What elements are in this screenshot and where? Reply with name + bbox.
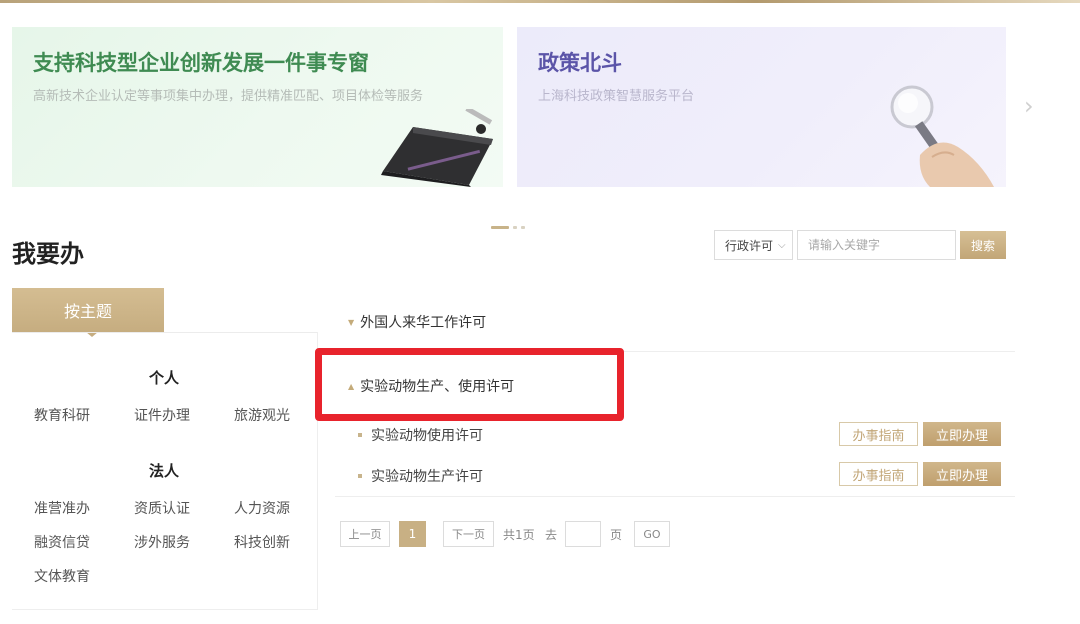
list-item-label: 实验动物使用许可 — [371, 428, 483, 444]
caret-down-icon: ▼ — [348, 317, 355, 327]
apply-button[interactable]: 立即办理 — [923, 462, 1001, 486]
topic-item[interactable]: 人力资源 — [234, 498, 290, 518]
goto-label: 去 — [545, 528, 558, 542]
carousel-dot-active[interactable] — [491, 226, 509, 229]
banner-title: 支持科技型企业创新发展一件事专窗 — [33, 51, 369, 75]
notebook-pen-icon — [381, 109, 493, 187]
annotation-highlight-box — [315, 348, 624, 421]
list-item-label: 实验动物生产许可 — [371, 469, 483, 485]
category-heading-personal: 个人 — [149, 369, 180, 387]
group-label: 外国人来华工作许可 — [360, 315, 487, 331]
topic-item[interactable]: 准营准办 — [34, 498, 90, 518]
category-select-value: 行政许可 — [725, 238, 774, 253]
list-item[interactable]: 实验动物生产许可 — [358, 466, 483, 486]
topic-item[interactable]: 科技创新 — [234, 532, 290, 552]
topic-item[interactable]: 资质认证 — [134, 498, 190, 518]
topic-item[interactable]: 证件办理 — [134, 405, 190, 425]
banner-title: 政策北斗 — [538, 51, 622, 75]
guide-button[interactable]: 办事指南 — [839, 462, 918, 486]
divider — [335, 496, 1015, 497]
total-pages-text: 共1页 — [503, 528, 535, 542]
bullet-icon — [358, 474, 362, 478]
page-unit-label: 页 — [610, 528, 623, 542]
search-input[interactable] — [797, 230, 956, 260]
topic-item[interactable]: 涉外服务 — [134, 532, 190, 552]
banner-subtitle: 上海科技政策智慧服务平台 — [538, 89, 695, 104]
topic-item[interactable]: 旅游观光 — [234, 405, 290, 425]
banner-subtitle: 高新技术企业认定等事项集中办理，提供精准匹配、项目体检等服务 — [33, 89, 424, 104]
section-title: 我要办 — [12, 240, 84, 268]
top-accent-line — [0, 0, 1080, 3]
prev-page-button[interactable]: 上一页 — [340, 521, 390, 547]
banner-tech-enterprise[interactable]: 支持科技型企业创新发展一件事专窗 高新技术企业认定等事项集中办理，提供精准匹配、… — [12, 27, 503, 187]
bullet-icon — [358, 433, 362, 437]
topic-item[interactable]: 教育科研 — [34, 405, 90, 425]
guide-button[interactable]: 办事指南 — [839, 422, 918, 446]
go-button[interactable]: GO — [634, 521, 670, 547]
group-foreigner-work-permit[interactable]: ▼ 外国人来华工作许可 — [348, 312, 486, 332]
apply-button[interactable]: 立即办理 — [923, 422, 1001, 446]
search-button[interactable]: 搜索 — [960, 231, 1006, 259]
category-select[interactable]: 行政许可 ⌵ — [714, 230, 793, 260]
carousel-next-icon[interactable]: › — [1024, 92, 1034, 120]
current-page-button[interactable]: 1 — [399, 521, 426, 547]
list-item[interactable]: 实验动物使用许可 — [358, 425, 483, 445]
magnifier-hand-icon — [890, 85, 994, 187]
chevron-down-icon: ⌵ — [778, 239, 786, 251]
carousel-indicators — [491, 226, 525, 229]
category-heading-legal: 法人 — [149, 462, 180, 480]
carousel-dot[interactable] — [521, 226, 525, 229]
next-page-button[interactable]: 下一页 — [443, 521, 494, 547]
topic-item[interactable]: 文体教育 — [34, 566, 90, 586]
page-number-input[interactable] — [565, 521, 601, 547]
topic-item[interactable]: 融资信贷 — [34, 532, 90, 552]
banner-policy-beidou[interactable]: 政策北斗 上海科技政策智慧服务平台 — [517, 27, 1006, 187]
tab-by-topic[interactable]: 按主题 — [12, 288, 164, 332]
carousel-dot[interactable] — [513, 226, 517, 229]
